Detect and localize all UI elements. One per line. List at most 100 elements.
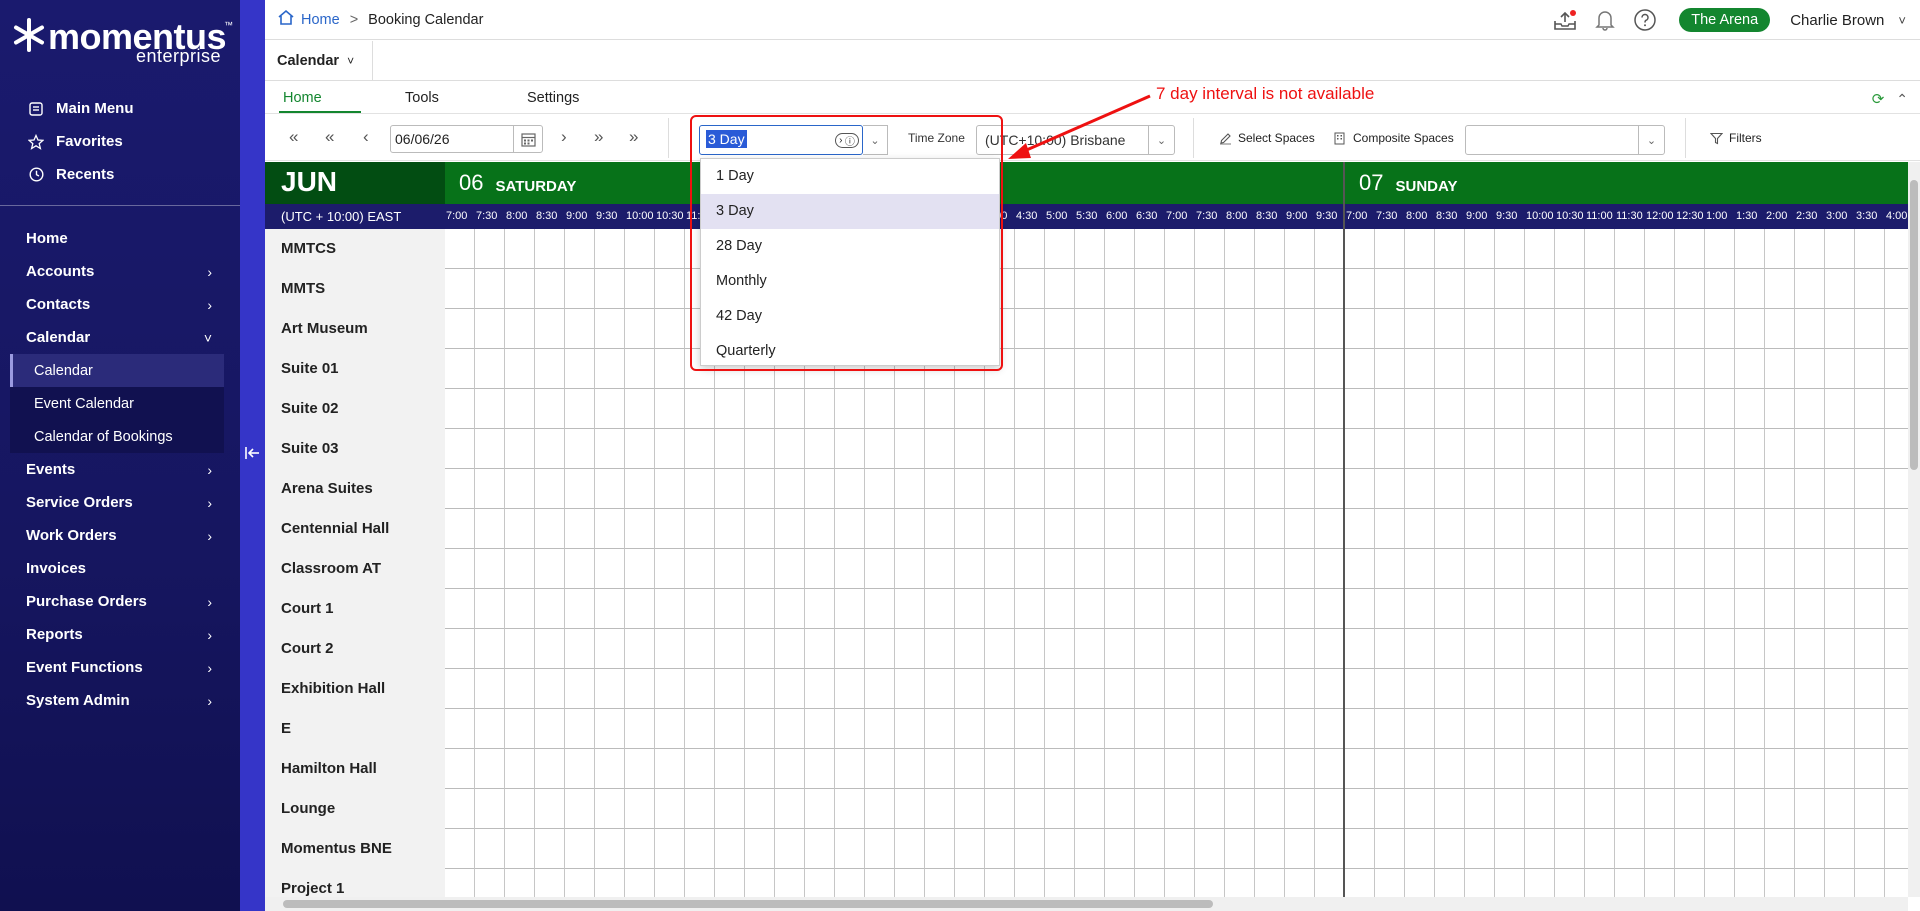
time-slot-cells[interactable]: [445, 669, 1908, 709]
space-label[interactable]: Hamilton Hall: [265, 749, 445, 789]
sidebar-item-purchase-orders[interactable]: Purchase Orders ›: [0, 585, 240, 618]
time-slot-cells[interactable]: [445, 749, 1908, 789]
sidebar-item-work-orders[interactable]: Work Orders ›: [0, 519, 240, 552]
time-slot-cells[interactable]: [445, 629, 1908, 669]
space-label[interactable]: Arena Suites: [265, 469, 445, 509]
time-slot-cells[interactable]: [445, 789, 1908, 829]
select-spaces-button[interactable]: Select Spaces: [1219, 131, 1315, 145]
space-label[interactable]: Suite 02: [265, 389, 445, 429]
filters-button[interactable]: Filters: [1710, 131, 1762, 145]
time-slot-cells[interactable]: [445, 549, 1908, 589]
recents-link[interactable]: Recents: [0, 158, 240, 191]
calendar-module-dropdown[interactable]: Calendar ˅: [265, 41, 373, 81]
space-label[interactable]: MMTCS: [265, 229, 445, 269]
upload-tray-icon[interactable]: [1551, 6, 1579, 34]
time-slot-cells[interactable]: [445, 869, 1908, 897]
time-slot-cells[interactable]: [445, 709, 1908, 749]
chevron-down-icon[interactable]: ⌄: [1638, 126, 1664, 154]
refresh-icon[interactable]: ⟳: [1872, 91, 1885, 108]
sidebar-item-invoices[interactable]: Invoices: [0, 552, 240, 585]
sidebar-item-event-functions[interactable]: Event Functions ›: [0, 651, 240, 684]
time-slot-cells[interactable]: [445, 389, 1908, 429]
space-label[interactable]: Suite 01: [265, 349, 445, 389]
horizontal-scroll-thumb[interactable]: [283, 900, 1213, 908]
time-slot-cells[interactable]: [445, 309, 1908, 349]
sidebar-item-accounts[interactable]: Accounts ›: [0, 255, 240, 288]
brand-logo[interactable]: momentus ™ enterprise: [12, 14, 233, 66]
sidebar-item-home[interactable]: Home: [0, 222, 240, 255]
space-label[interactable]: Court 1: [265, 589, 445, 629]
chevron-down-icon[interactable]: ˅: [1898, 13, 1906, 28]
composite-spaces-button[interactable]: Composite Spaces: [1334, 131, 1454, 145]
hour-label: 3:00: [1826, 210, 1848, 222]
sidebar-item-contacts[interactable]: Contacts ›: [0, 288, 240, 321]
horizontal-scrollbar[interactable]: [265, 897, 1908, 911]
previous-week-button[interactable]: «: [325, 127, 334, 147]
vertical-scrollbar[interactable]: [1908, 162, 1920, 897]
tab-tools[interactable]: Tools: [405, 90, 439, 106]
user-name[interactable]: Charlie Brown: [1790, 12, 1884, 29]
collapse-up-icon[interactable]: ⌃: [1896, 91, 1908, 107]
last-page-button[interactable]: »: [629, 127, 638, 147]
first-page-button[interactable]: «: [289, 127, 298, 147]
collapse-sidebar-icon[interactable]: [244, 446, 260, 465]
brand-tm: ™: [224, 20, 233, 30]
tab-settings[interactable]: Settings: [527, 90, 579, 106]
venue-badge[interactable]: The Arena: [1679, 8, 1771, 32]
sidebar-subitem-event-calendar[interactable]: Event Calendar: [10, 387, 224, 420]
space-label[interactable]: Momentus BNE: [265, 829, 445, 869]
favorites-link[interactable]: Favorites: [0, 125, 240, 158]
chevron-right-icon: ›: [207, 692, 212, 709]
time-slot-cells[interactable]: [445, 589, 1908, 629]
space-label[interactable]: E: [265, 709, 445, 749]
space-label[interactable]: Lounge: [265, 789, 445, 829]
sidebar-item-events[interactable]: Events ›: [0, 453, 240, 486]
vertical-scroll-thumb[interactable]: [1910, 180, 1918, 470]
home-icon[interactable]: [277, 9, 295, 30]
hour-label: 4:30: [1016, 210, 1038, 222]
annotation-text: 7 day interval is not available: [1156, 84, 1375, 103]
time-slot-cells[interactable]: [445, 349, 1908, 389]
bell-icon[interactable]: [1591, 6, 1619, 34]
time-slot-cells[interactable]: [445, 229, 1908, 269]
sidebar-nav: Home Accounts › Contacts › Calendar ˅ Calen…: [0, 222, 240, 717]
space-label[interactable]: MMTS: [265, 269, 445, 309]
space-label[interactable]: Exhibition Hall: [265, 669, 445, 709]
sidebar-item-system-admin[interactable]: System Admin ›: [0, 684, 240, 717]
hour-label: 7:30: [1376, 210, 1398, 222]
hour-label: 10:00: [626, 210, 654, 222]
space-label[interactable]: Classroom AT: [265, 549, 445, 589]
space-label[interactable]: Court 2: [265, 629, 445, 669]
sidebar-collapse-strip[interactable]: [240, 0, 265, 911]
toolbar-separator: [1685, 118, 1686, 158]
space-label[interactable]: Project 1: [265, 869, 445, 897]
main-menu-link[interactable]: Main Menu: [0, 92, 240, 125]
tab-home[interactable]: Home: [283, 90, 322, 106]
time-slot-cells[interactable]: [445, 429, 1908, 469]
hour-label: 8:00: [506, 210, 528, 222]
space-label[interactable]: Centennial Hall: [265, 509, 445, 549]
space-label[interactable]: Art Museum: [265, 309, 445, 349]
chevron-down-icon[interactable]: ⌄: [1148, 126, 1174, 154]
sidebar-subitem-calendar-of-bookings[interactable]: Calendar of Bookings: [10, 420, 224, 453]
next-week-button[interactable]: »: [594, 127, 603, 147]
time-slot-cells[interactable]: [445, 469, 1908, 509]
sidebar-item-service-orders[interactable]: Service Orders ›: [0, 486, 240, 519]
sidebar-item-label: Contacts: [26, 296, 91, 313]
breadcrumb-home-link[interactable]: Home: [301, 12, 340, 28]
space-label[interactable]: Suite 03: [265, 429, 445, 469]
timezone-select[interactable]: (UTC+10:00) Brisbane ⌄: [976, 125, 1175, 155]
calendar-submenu: Calendar Event Calendar Calendar of Book…: [10, 354, 224, 453]
time-slot-cells[interactable]: [445, 829, 1908, 869]
next-day-button[interactable]: ›: [561, 127, 567, 147]
calendar-icon[interactable]: [513, 126, 542, 152]
sidebar-item-calendar[interactable]: Calendar ˅: [0, 321, 240, 354]
help-icon[interactable]: [1631, 6, 1659, 34]
time-slot-cells[interactable]: [445, 269, 1908, 309]
sidebar-subitem-calendar[interactable]: Calendar: [10, 354, 224, 387]
composite-spaces-select[interactable]: ⌄: [1465, 125, 1665, 155]
sidebar-item-reports[interactable]: Reports ›: [0, 618, 240, 651]
time-slot-cells[interactable]: [445, 509, 1908, 549]
date-field[interactable]: 06/06/26: [390, 125, 543, 153]
previous-day-button[interactable]: ‹: [363, 127, 369, 147]
